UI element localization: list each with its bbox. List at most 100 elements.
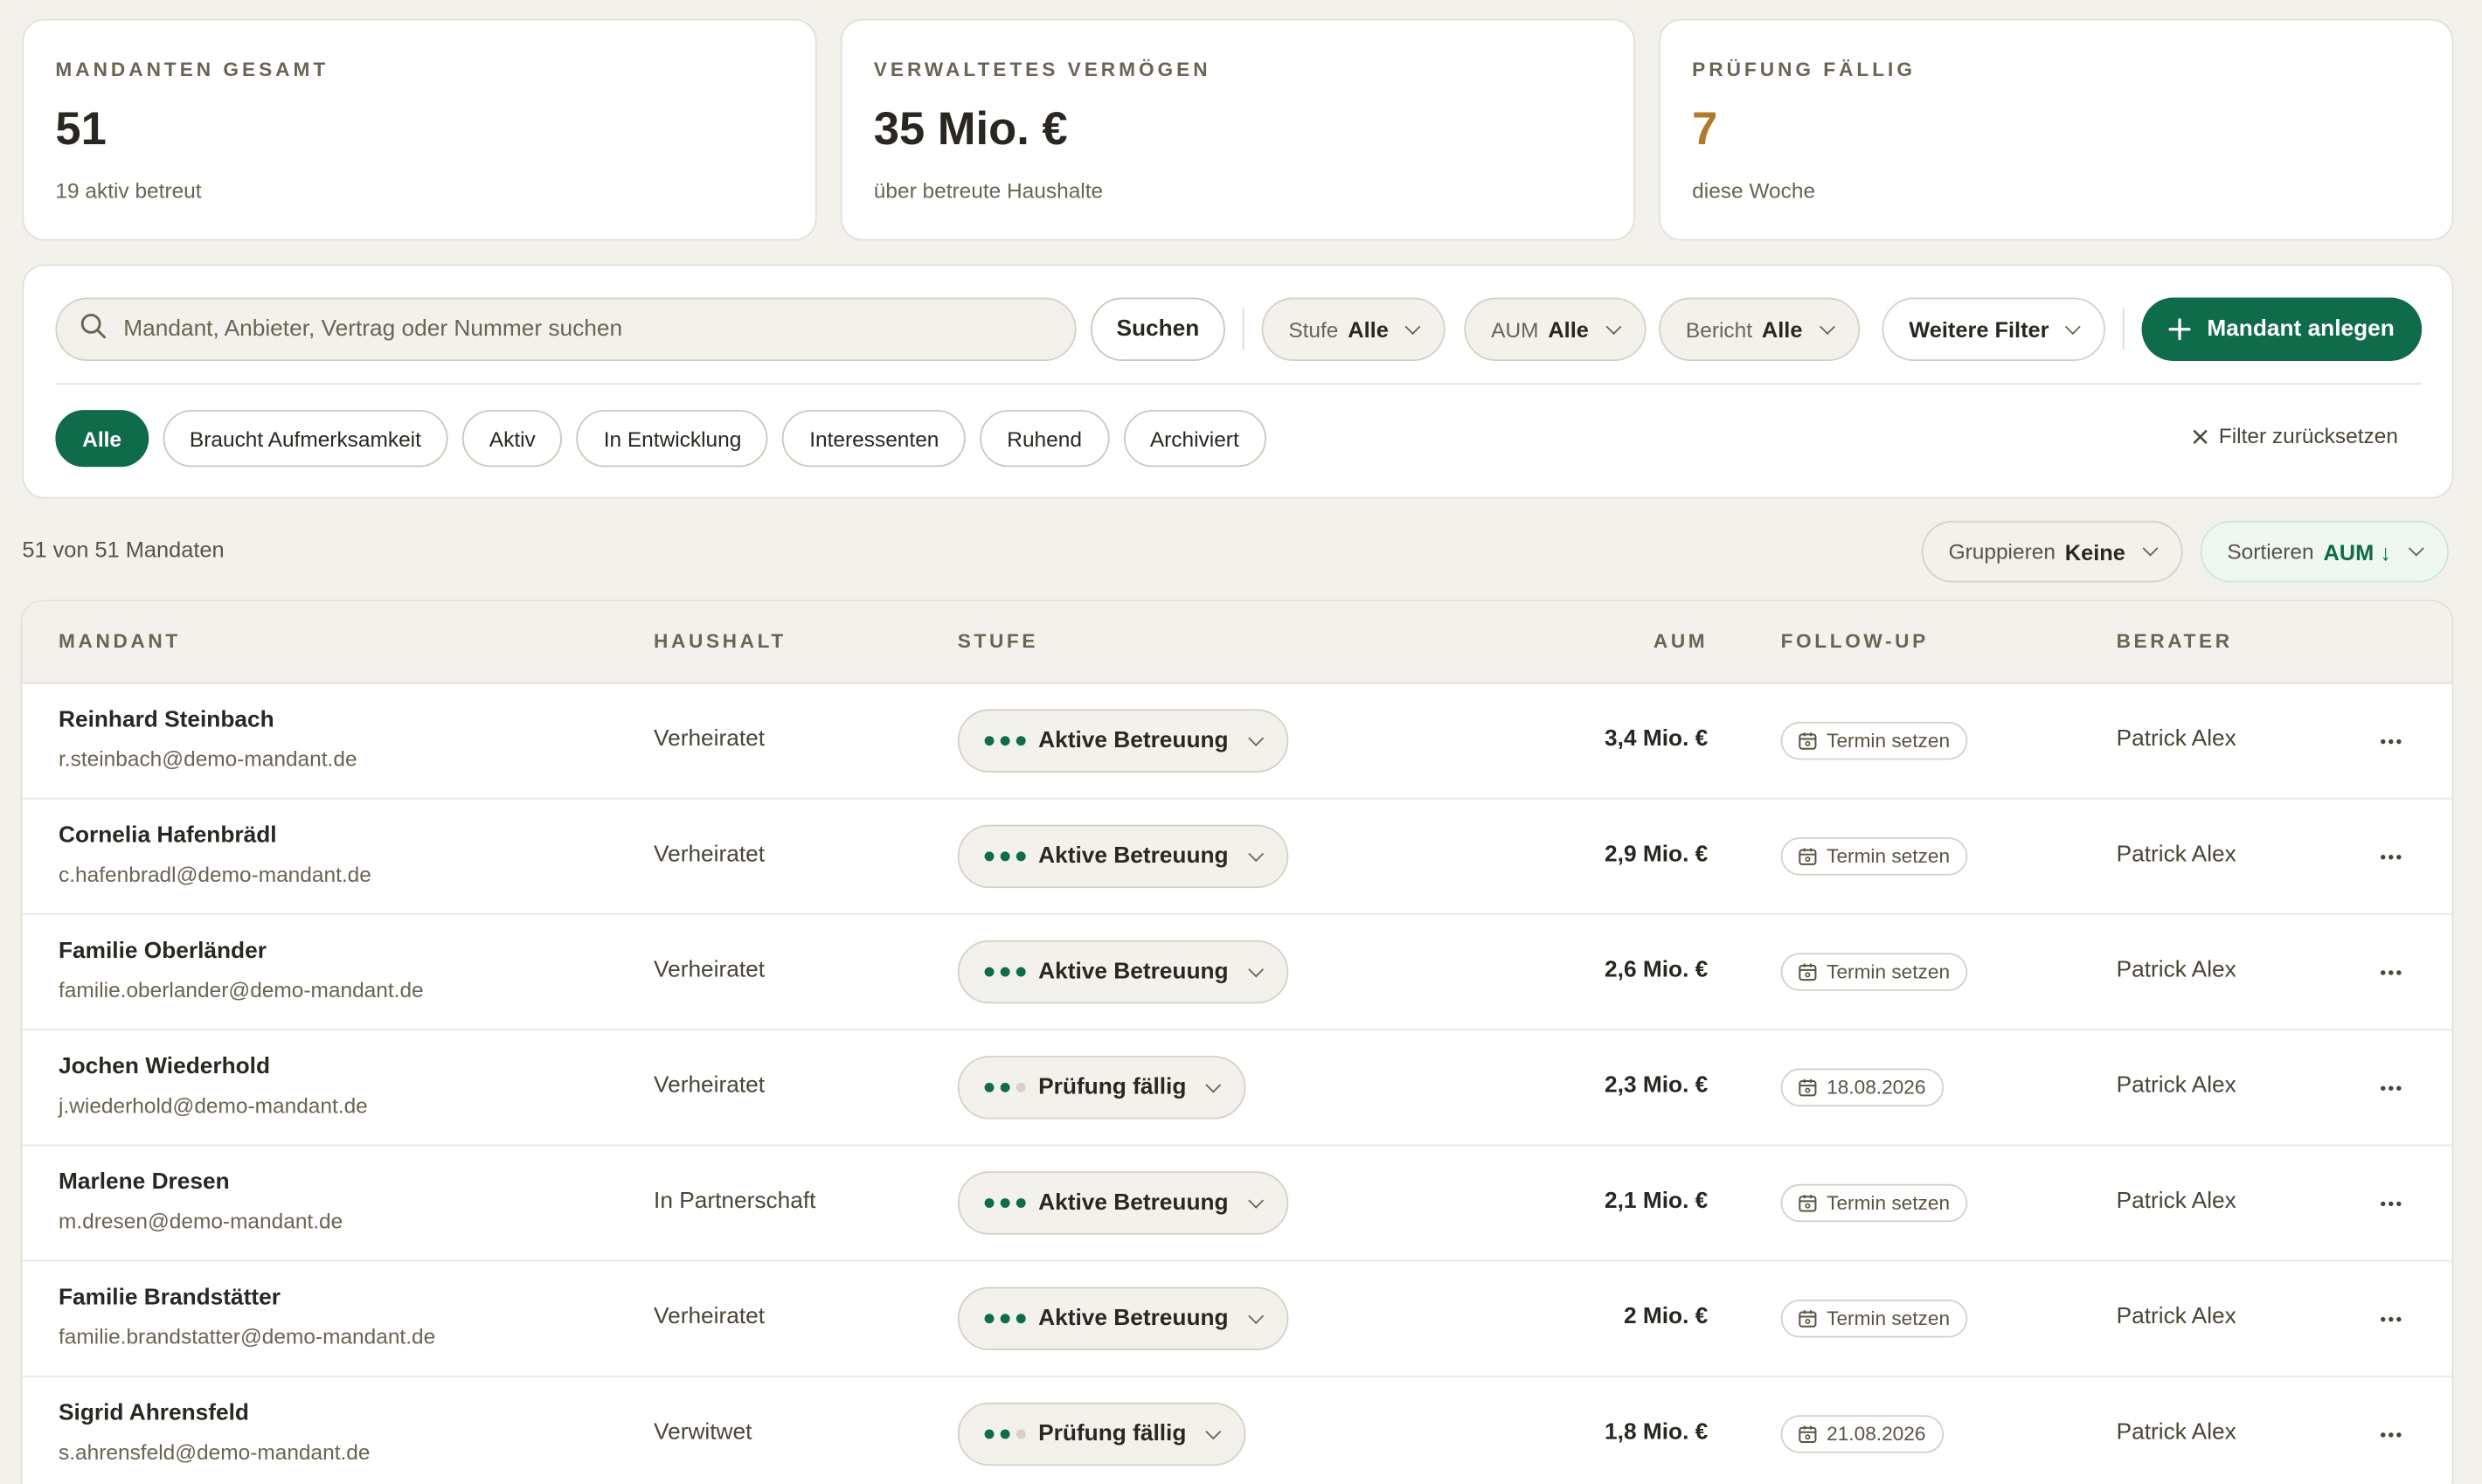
close-icon bbox=[2192, 428, 2208, 444]
tab-aktiv[interactable]: Aktiv bbox=[462, 410, 563, 468]
stage-select[interactable]: Aktive Betreuung bbox=[957, 709, 1289, 773]
calendar-icon bbox=[1799, 963, 1817, 981]
client-name[interactable]: Jochen Wiederhold bbox=[59, 1054, 270, 1079]
column-header-haushalt[interactable]: HAUSHALT bbox=[654, 630, 787, 652]
column-header-stufe[interactable]: STUFE bbox=[958, 630, 1038, 652]
search-box[interactable] bbox=[55, 297, 1077, 361]
stat-card-review-due: PRÜFUNG FÄLLIG 7 diese Woche bbox=[1659, 18, 2454, 241]
stat-value: 51 bbox=[55, 104, 107, 156]
stage-dot bbox=[1000, 851, 1010, 862]
stage-dot bbox=[1016, 967, 1026, 977]
chevron-down-icon bbox=[1404, 318, 1421, 335]
follow-up-chip[interactable]: Termin setzen bbox=[1780, 1183, 1967, 1223]
client-name[interactable]: Familie Brandstätter bbox=[59, 1286, 281, 1311]
aum-filter[interactable]: AUM Alle bbox=[1464, 297, 1647, 361]
stage-label: Prüfung fällig bbox=[1038, 1074, 1187, 1100]
more-icon[interactable] bbox=[2376, 1412, 2405, 1457]
chevron-down-icon bbox=[1605, 318, 1621, 335]
table-row[interactable]: Reinhard Steinbach r.steinbach@demo-manda… bbox=[22, 683, 2452, 800]
household-status: Verheiratet bbox=[654, 957, 766, 983]
table-row[interactable]: Familie Oberländer familie.oberlander@dem… bbox=[22, 915, 2452, 1031]
stage-select[interactable]: Prüfung fällig bbox=[957, 1056, 1247, 1120]
filter-label: Bericht bbox=[1685, 317, 1753, 342]
table-row[interactable]: Sigrid Ahrensfeld s.ahrensfeld@demo-manda… bbox=[22, 1377, 2451, 1484]
tab-archiviert[interactable]: Archiviert bbox=[1123, 410, 1266, 468]
client-name[interactable]: Marlene Dresen bbox=[59, 1169, 230, 1195]
stat-card-aum: VERWALTETES VERMÖGEN 35 Mio. € über betr… bbox=[840, 18, 1635, 241]
reset-filters-label: Filter zurücksetzen bbox=[2218, 424, 2398, 448]
divider bbox=[2122, 309, 2125, 350]
tab-alle[interactable]: Alle bbox=[55, 410, 149, 468]
search-input[interactable] bbox=[123, 316, 1075, 343]
sort-select[interactable]: Sortieren AUM ↓ bbox=[2200, 520, 2449, 583]
group-by-label: Gruppieren bbox=[1948, 539, 2056, 564]
filter-label: AUM bbox=[1491, 317, 1539, 342]
stage-select[interactable]: Aktive Betreuung bbox=[957, 824, 1289, 889]
column-header-mandant[interactable]: MANDANT bbox=[59, 630, 181, 652]
table-row[interactable]: Cornelia Hafenbrädl c.hafenbradl@demo-man… bbox=[22, 800, 2452, 915]
tab-ruhend[interactable]: Ruhend bbox=[980, 410, 1109, 468]
filter-label: Stufe bbox=[1288, 317, 1339, 342]
aum-value: 2 Mio. € bbox=[1623, 1304, 1709, 1330]
table-row[interactable]: Marlene Dresen m.dresen@demo-mandant.de In… bbox=[22, 1146, 2452, 1262]
stat-label: PRÜFUNG FÄLLIG bbox=[1692, 59, 1916, 81]
chevron-down-icon bbox=[1248, 730, 1265, 745]
follow-up-chip[interactable]: Termin setzen bbox=[1780, 1299, 1967, 1338]
stage-select[interactable]: Aktive Betreuung bbox=[957, 940, 1289, 1004]
aum-value: 2,9 Mio. € bbox=[1605, 842, 1709, 868]
client-name[interactable]: Cornelia Hafenbrädl bbox=[59, 823, 277, 849]
group-by-value: Keine bbox=[2064, 538, 2125, 565]
client-email: j.wiederhold@demo-mandant.de bbox=[59, 1093, 368, 1118]
chevron-down-icon bbox=[1206, 1076, 1223, 1092]
stage-select[interactable]: Aktive Betreuung bbox=[957, 1286, 1289, 1350]
follow-up-chip[interactable]: Termin setzen bbox=[1780, 837, 1967, 876]
client-name[interactable]: Familie Oberländer bbox=[59, 939, 267, 964]
follow-up-chip[interactable]: 21.08.2026 bbox=[1780, 1415, 1944, 1453]
stage-select[interactable]: Prüfung fällig bbox=[957, 1402, 1247, 1467]
reset-filters-button[interactable]: Filter zurücksetzen bbox=[2192, 424, 2398, 448]
stage-label: Aktive Betreuung bbox=[1038, 843, 1229, 870]
clients-table: MANDANT HAUSHALT STUFE AUM FOLLOW-UP BER… bbox=[20, 600, 2454, 1484]
client-name[interactable]: Reinhard Steinbach bbox=[59, 708, 274, 733]
more-icon[interactable] bbox=[2376, 718, 2405, 763]
more-filters-button[interactable]: Weitere Filter bbox=[1882, 297, 2106, 361]
tab-interessenten[interactable]: Interessenten bbox=[782, 410, 967, 468]
tab-braucht-aufmerksamkeit[interactable]: Braucht Aufmerksamkeit bbox=[163, 410, 448, 468]
column-header-berater[interactable]: BERATER bbox=[2117, 630, 2233, 652]
follow-up-label: Termin setzen bbox=[1827, 845, 1951, 868]
more-icon[interactable] bbox=[2376, 835, 2405, 879]
stage-dot bbox=[1000, 967, 1010, 977]
group-by-select[interactable]: Gruppieren Keine bbox=[1921, 520, 2183, 583]
advisor-name: Patrick Alex bbox=[2116, 1419, 2236, 1446]
add-client-button[interactable]: Mandant anlegen bbox=[2141, 297, 2423, 361]
stage-dot bbox=[984, 967, 995, 977]
more-icon[interactable] bbox=[2376, 1296, 2405, 1341]
stufe-filter[interactable]: Stufe Alle bbox=[1261, 297, 1446, 361]
table-row[interactable]: Familie Brandstätter familie.brandstatter… bbox=[22, 1262, 2452, 1377]
client-name[interactable]: Sigrid Ahrensfeld bbox=[59, 1401, 249, 1426]
more-icon[interactable] bbox=[2376, 950, 2405, 995]
result-count: 51 von 51 Mandaten bbox=[22, 536, 225, 562]
follow-up-chip[interactable]: 18.08.2026 bbox=[1780, 1068, 1944, 1107]
follow-up-chip[interactable]: Termin setzen bbox=[1780, 721, 1967, 760]
more-icon[interactable] bbox=[2376, 1181, 2405, 1225]
stats-row: MANDANTEN GESAMT 51 19 aktiv betreut VER… bbox=[22, 18, 2454, 241]
more-icon[interactable] bbox=[2376, 1065, 2405, 1110]
table-row[interactable]: Jochen Wiederhold j.wiederhold@demo-manda… bbox=[22, 1030, 2452, 1147]
divider bbox=[1242, 309, 1244, 350]
tab-in-entwicklung[interactable]: In Entwicklung bbox=[576, 410, 769, 468]
search-button[interactable]: Suchen bbox=[1090, 297, 1225, 361]
stage-dot bbox=[984, 736, 995, 746]
stage-indicator bbox=[984, 851, 1026, 862]
column-header-follow-up[interactable]: FOLLOW-UP bbox=[1781, 630, 1929, 652]
advisor-name: Patrick Alex bbox=[2116, 842, 2236, 868]
stat-subtext: über betreute Haushalte bbox=[873, 178, 1104, 203]
bericht-filter[interactable]: Bericht Alle bbox=[1659, 297, 1860, 361]
stage-select[interactable]: Aktive Betreuung bbox=[957, 1171, 1289, 1235]
follow-up-chip[interactable]: Termin setzen bbox=[1780, 953, 1967, 991]
chevron-down-icon bbox=[1819, 318, 1835, 335]
column-header-aum[interactable]: AUM bbox=[1654, 630, 1708, 652]
client-email: m.dresen@demo-mandant.de bbox=[59, 1209, 343, 1233]
follow-up-label: Termin setzen bbox=[1827, 729, 1951, 752]
stage-indicator bbox=[984, 1198, 1026, 1208]
